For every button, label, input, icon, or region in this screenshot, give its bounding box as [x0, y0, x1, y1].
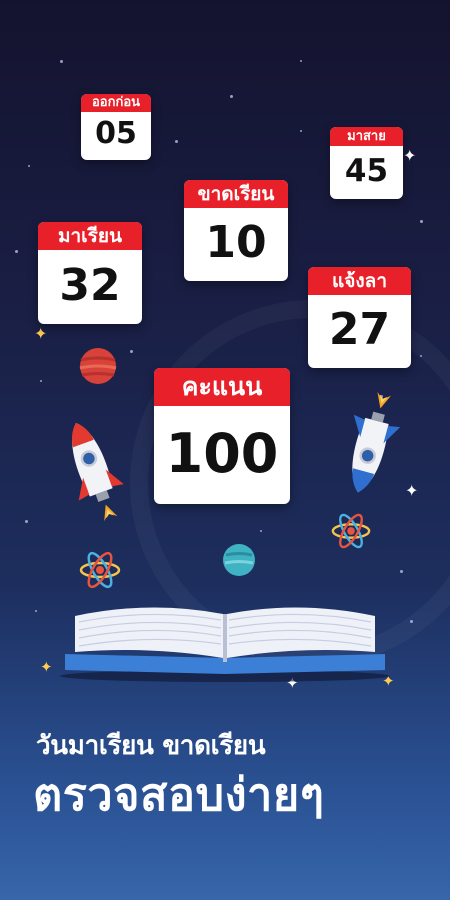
calendar-value: 45 — [344, 153, 389, 189]
star-dot — [230, 95, 233, 98]
star-dot — [400, 570, 403, 573]
star-dot — [130, 350, 133, 353]
star-dot — [260, 530, 262, 532]
calendar-score: คะแนน 100 — [154, 368, 290, 504]
calendar-present: มาเรียน 32 — [38, 222, 142, 324]
calendar-label: มาสาย — [330, 127, 403, 146]
star-dot — [60, 60, 63, 63]
star-dot — [40, 380, 42, 382]
calendar-value: 05 — [95, 116, 137, 151]
star-dot — [300, 60, 302, 62]
calendar-label: คะแนน — [154, 368, 290, 406]
calendar-value: 10 — [205, 217, 267, 268]
atom-icon — [79, 551, 121, 589]
calendar-value: 100 — [165, 422, 279, 485]
calendar-label: มาเรียน — [38, 222, 142, 250]
star-icon: ✦ — [34, 324, 48, 343]
star-dot — [420, 355, 422, 357]
calendar-value: 32 — [59, 260, 121, 311]
planet-icon — [223, 544, 255, 576]
star-dot — [25, 520, 28, 523]
rocket-icon — [72, 422, 124, 522]
atom-icon — [331, 513, 371, 549]
star-icon: ✦ — [403, 146, 417, 165]
planet-icon — [79, 348, 117, 384]
star-dot — [28, 165, 30, 167]
calendar-label: ขาดเรียน — [184, 180, 288, 208]
calendar-label: ออกก่อน — [81, 94, 151, 112]
rocket-icon — [352, 392, 401, 493]
calendar-late: มาสาย 45 — [330, 127, 403, 199]
calendar-value: 27 — [328, 304, 391, 355]
promo-banner: ✦ ✦ ✦ ✦ ✦ ✦ ✦ — [0, 0, 450, 900]
star-dot — [420, 220, 423, 223]
star-dot — [410, 620, 413, 623]
calendar-leave-request: แจ้งลา 27 — [308, 267, 411, 368]
star-icon: ✦ — [40, 658, 53, 676]
star-dot — [15, 250, 18, 253]
star-dot — [175, 140, 178, 143]
caption-title: ตรวจสอบง่ายๆ — [33, 768, 325, 821]
star-dot — [35, 610, 37, 612]
calendar-absent: ขาดเรียน 10 — [184, 180, 288, 281]
star-dot — [300, 130, 302, 132]
calendar-label: แจ้งลา — [308, 267, 411, 295]
open-book-icon — [60, 607, 390, 682]
calendar-early-leave: ออกก่อน 05 — [81, 94, 151, 160]
